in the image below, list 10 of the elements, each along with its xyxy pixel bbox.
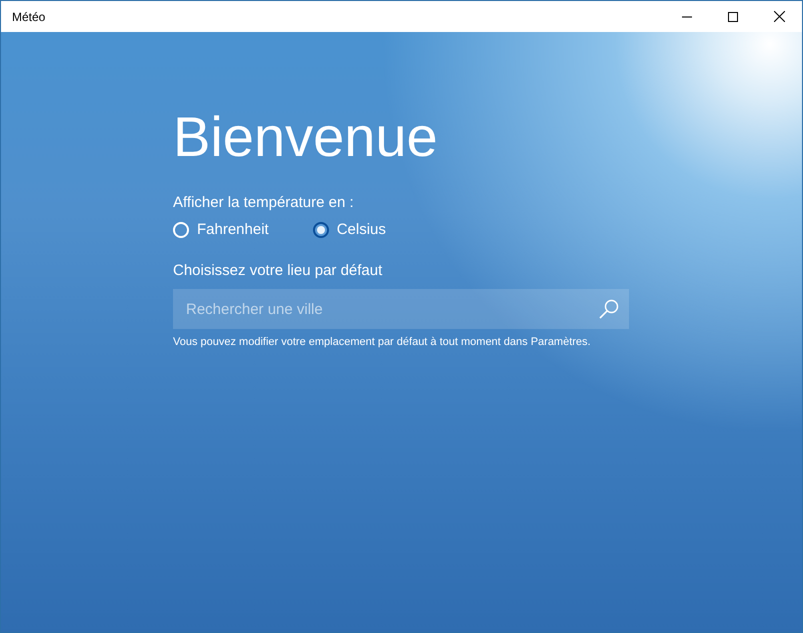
- location-label: Choisissez votre lieu par défaut: [173, 262, 384, 279]
- unit-radio[interactable]: Fahrenheit: [173, 221, 269, 238]
- welcome-heading: Bienvenue: [173, 104, 439, 170]
- location-hint: Vous pouvez modifier votre emplacement par défaut à tout moment dans Paramètres.: [173, 336, 592, 348]
- temperature-label: Afficher la température en :: [173, 194, 355, 211]
- maximize-icon: [728, 12, 738, 22]
- close-icon: [774, 11, 784, 22]
- window-title: Météo: [11, 10, 46, 24]
- search-icon[interactable]: [599, 299, 619, 319]
- unit-radio[interactable]: Celsius: [312, 221, 386, 238]
